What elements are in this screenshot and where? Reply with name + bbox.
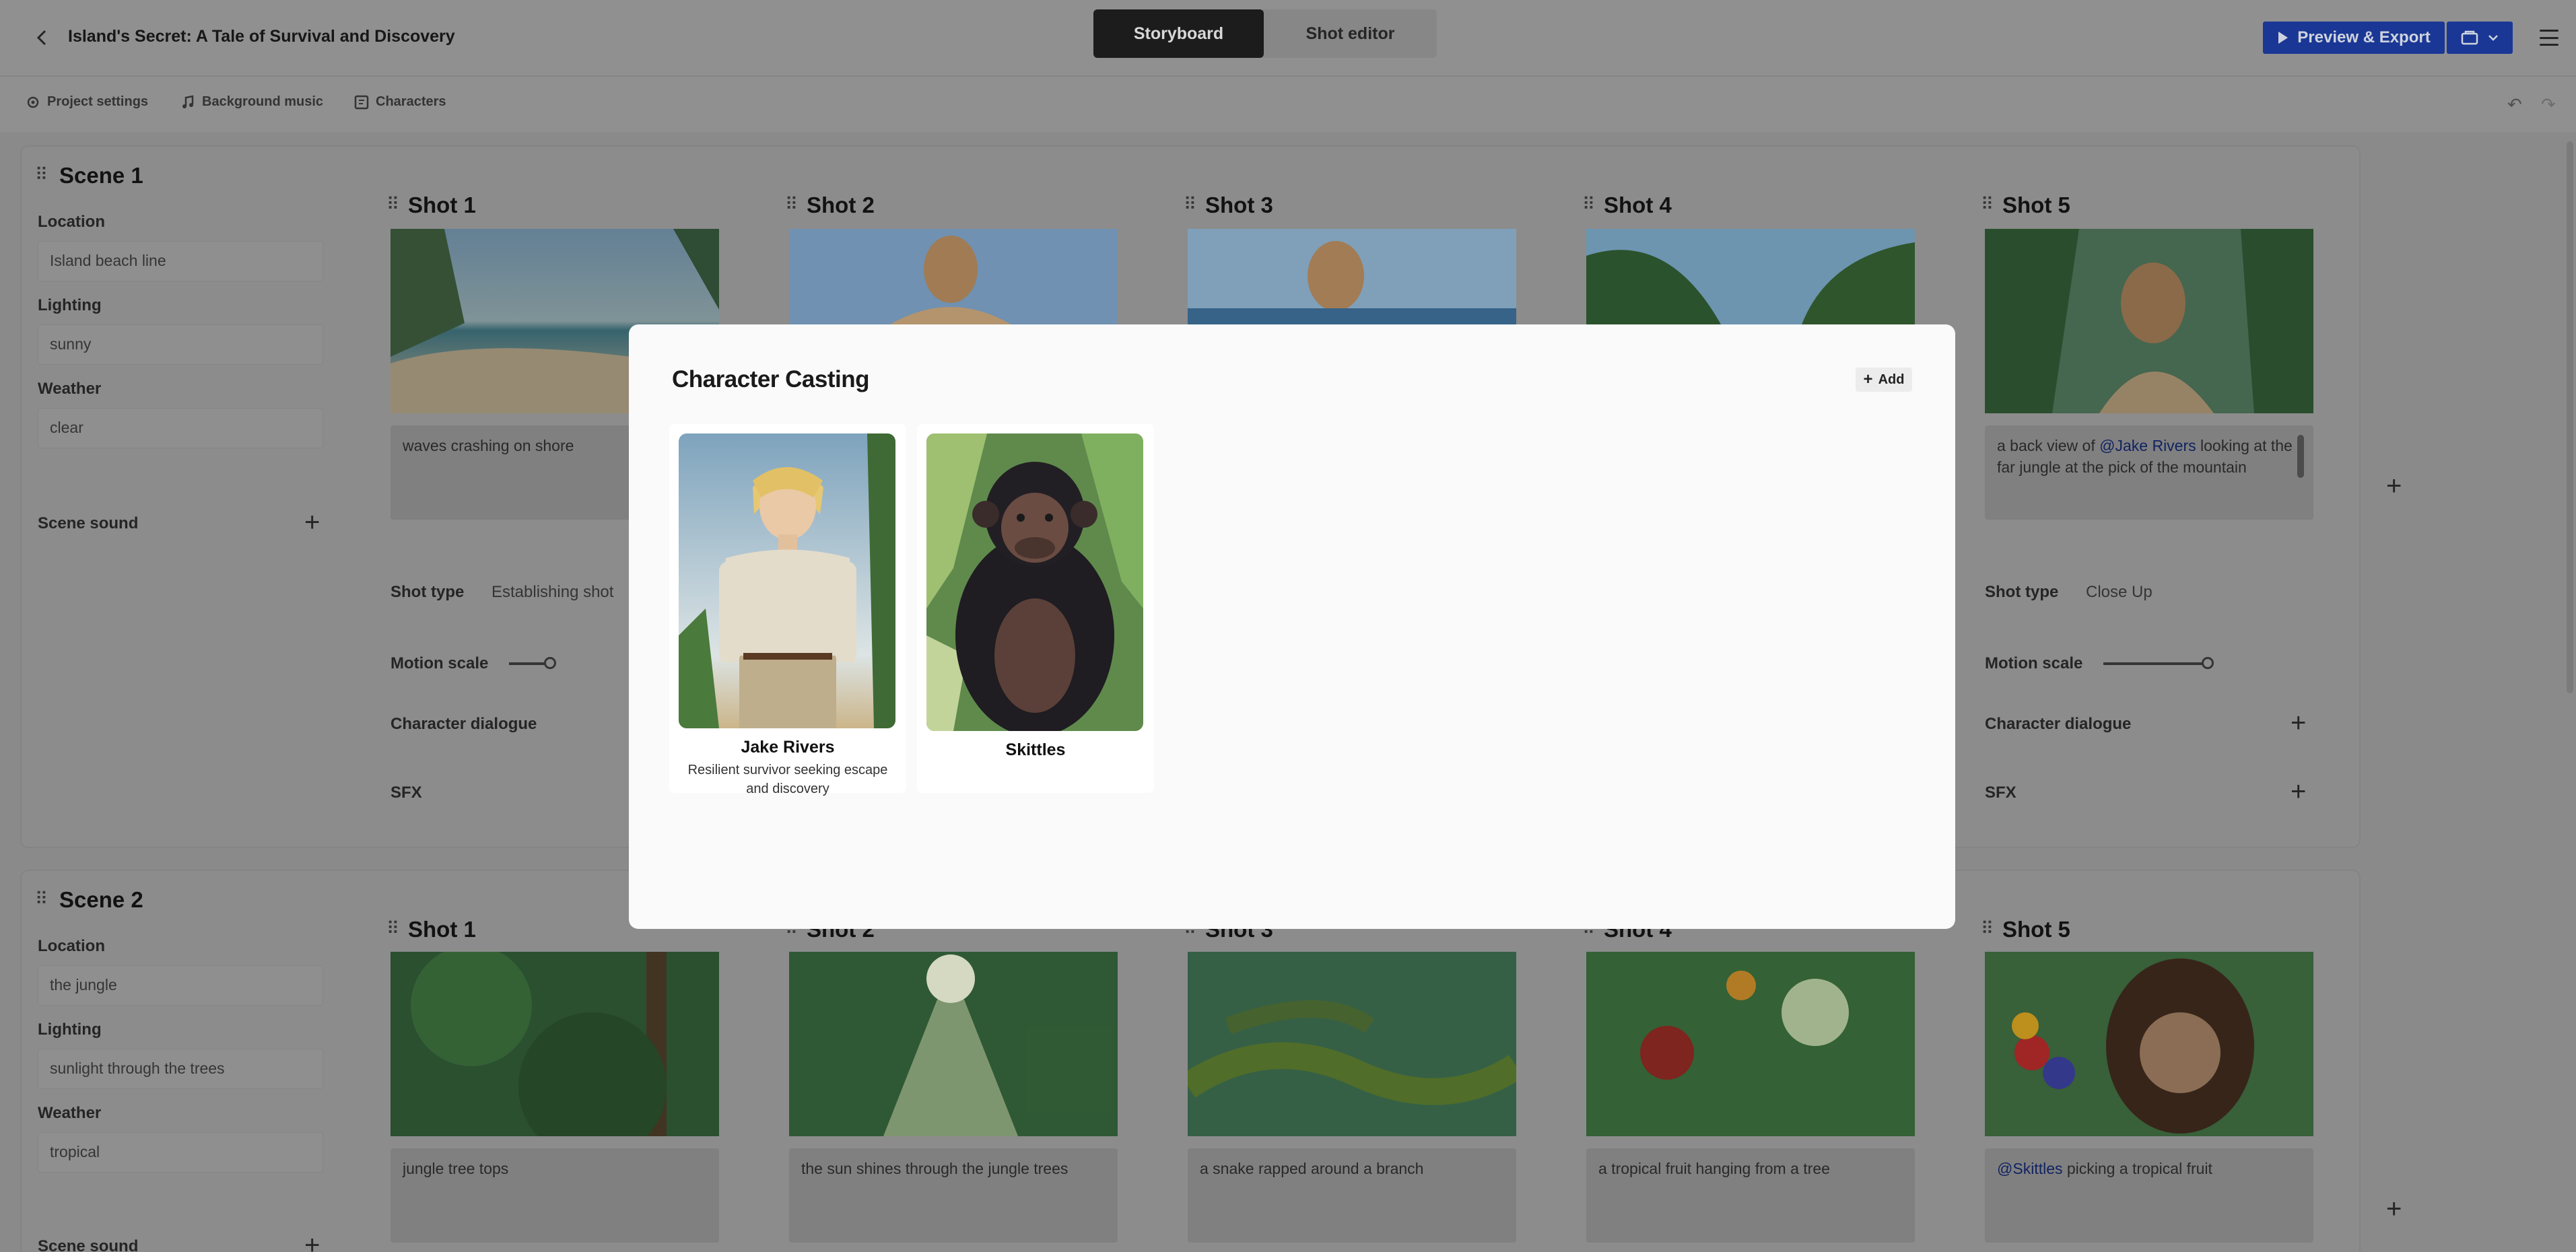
- character-name: Jake Rivers: [741, 738, 835, 757]
- character-casting-modal: Character Casting + Add Jake Rivers Resi…: [629, 324, 1955, 929]
- add-character-label: Add: [1878, 372, 1905, 387]
- character-card[interactable]: Jake Rivers Resilient survivor seeking e…: [669, 424, 906, 796]
- character-name: Skittles: [1005, 740, 1066, 759]
- character-portrait: [679, 433, 895, 728]
- plus-icon: +: [1863, 370, 1873, 388]
- modal-title: Character Casting: [672, 366, 869, 392]
- add-character-button[interactable]: + Add: [1856, 368, 1912, 392]
- character-description: Resilient survivor seeking escape and di…: [687, 763, 888, 796]
- character-portrait: [926, 433, 1143, 731]
- character-card[interactable]: Skittles: [917, 424, 1154, 793]
